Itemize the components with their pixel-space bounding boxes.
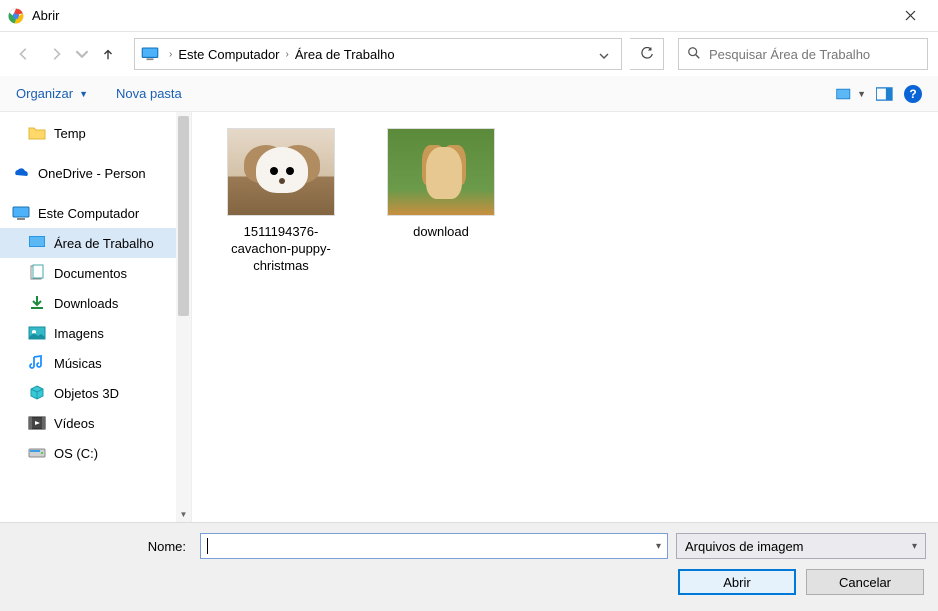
chrome-icon [8, 8, 24, 24]
help-button[interactable]: ? [904, 85, 922, 103]
sidebar-scrollbar[interactable]: ▲ ▼ [176, 112, 191, 522]
view-options-button[interactable]: ▼ [836, 87, 866, 101]
desktop-icon [28, 234, 46, 252]
images-icon [28, 324, 46, 342]
chevron-down-icon: ▾ [912, 541, 917, 552]
onedrive-icon [12, 164, 30, 182]
scrollbar-thumb[interactable] [178, 116, 189, 316]
sidebar-item-downloads[interactable]: Downloads [0, 288, 191, 318]
sidebar-item-documents[interactable]: Documentos [0, 258, 191, 288]
up-button[interactable] [94, 40, 122, 68]
file-thumbnail [227, 128, 335, 216]
file-item[interactable]: download [376, 128, 506, 241]
chevron-right-icon: › [280, 49, 295, 60]
file-name: download [376, 224, 506, 241]
filename-label: Nome: [12, 539, 192, 554]
refresh-button[interactable] [630, 38, 664, 70]
sidebar-item-computer[interactable]: Este Computador [0, 198, 191, 228]
sidebar-item-drive-c[interactable]: OS (C:) [0, 438, 191, 468]
scroll-down-icon[interactable]: ▼ [176, 507, 191, 522]
sidebar-item-music[interactable]: Músicas [0, 348, 191, 378]
file-thumbnail [387, 128, 495, 216]
chevron-down-icon[interactable]: ▾ [656, 541, 661, 552]
close-button[interactable] [890, 0, 930, 32]
folder-icon [28, 124, 46, 142]
videos-icon [28, 414, 46, 432]
file-name: 1511194376-cavachon-puppy-christmas [216, 224, 346, 275]
search-placeholder: Pesquisar Área de Trabalho [709, 47, 870, 62]
sidebar-item-videos[interactable]: Vídeos [0, 408, 191, 438]
breadcrumb-dropdown[interactable] [593, 47, 615, 62]
breadcrumb-segment[interactable]: Este Computador [178, 47, 279, 62]
computer-icon [141, 47, 159, 61]
navigation-row: › Este Computador › Área de Trabalho Pes… [0, 32, 938, 76]
sidebar-item-desktop[interactable]: Área de Trabalho [0, 228, 191, 258]
documents-icon [28, 264, 46, 282]
open-button[interactable]: Abrir [678, 569, 796, 595]
sidebar-item-temp[interactable]: Temp [0, 118, 191, 148]
chevron-right-icon: › [163, 49, 178, 60]
recent-locations-button[interactable] [74, 40, 90, 68]
breadcrumb[interactable]: › Este Computador › Área de Trabalho [134, 38, 622, 70]
titlebar: Abrir [0, 0, 938, 32]
computer-icon [12, 204, 30, 222]
main-area: Temp OneDrive - Person Este Computador Á… [0, 112, 938, 522]
filetype-filter[interactable]: Arquivos de imagem ▾ [676, 533, 926, 559]
disk-icon [28, 444, 46, 462]
bottom-panel: Nome: ▾ Arquivos de imagem ▾ Abrir Cance… [0, 522, 938, 611]
sidebar: Temp OneDrive - Person Este Computador Á… [0, 112, 192, 522]
breadcrumb-segment[interactable]: Área de Trabalho [295, 47, 395, 62]
sidebar-item-onedrive[interactable]: OneDrive - Person [0, 158, 191, 188]
filename-input[interactable]: ▾ [200, 533, 668, 559]
cancel-button[interactable]: Cancelar [806, 569, 924, 595]
search-input[interactable]: Pesquisar Área de Trabalho [678, 38, 928, 70]
sidebar-item-3dobjects[interactable]: Objetos 3D [0, 378, 191, 408]
objects3d-icon [28, 384, 46, 402]
new-folder-button[interactable]: Nova pasta [116, 86, 182, 101]
chevron-down-icon: ▼ [857, 89, 866, 99]
organize-menu[interactable]: Organizar ▼ [16, 86, 88, 101]
sidebar-item-images[interactable]: Imagens [0, 318, 191, 348]
toolbar: Organizar ▼ Nova pasta ▼ ? [0, 76, 938, 112]
window-title: Abrir [32, 8, 890, 23]
file-list: 1511194376-cavachon-puppy-christmas down… [192, 112, 938, 522]
back-button[interactable] [10, 40, 38, 68]
chevron-down-icon: ▼ [79, 89, 88, 99]
forward-button[interactable] [42, 40, 70, 68]
downloads-icon [28, 294, 46, 312]
preview-pane-button[interactable] [876, 87, 894, 101]
music-icon [28, 354, 46, 372]
file-item[interactable]: 1511194376-cavachon-puppy-christmas [216, 128, 346, 275]
search-icon [687, 46, 701, 63]
